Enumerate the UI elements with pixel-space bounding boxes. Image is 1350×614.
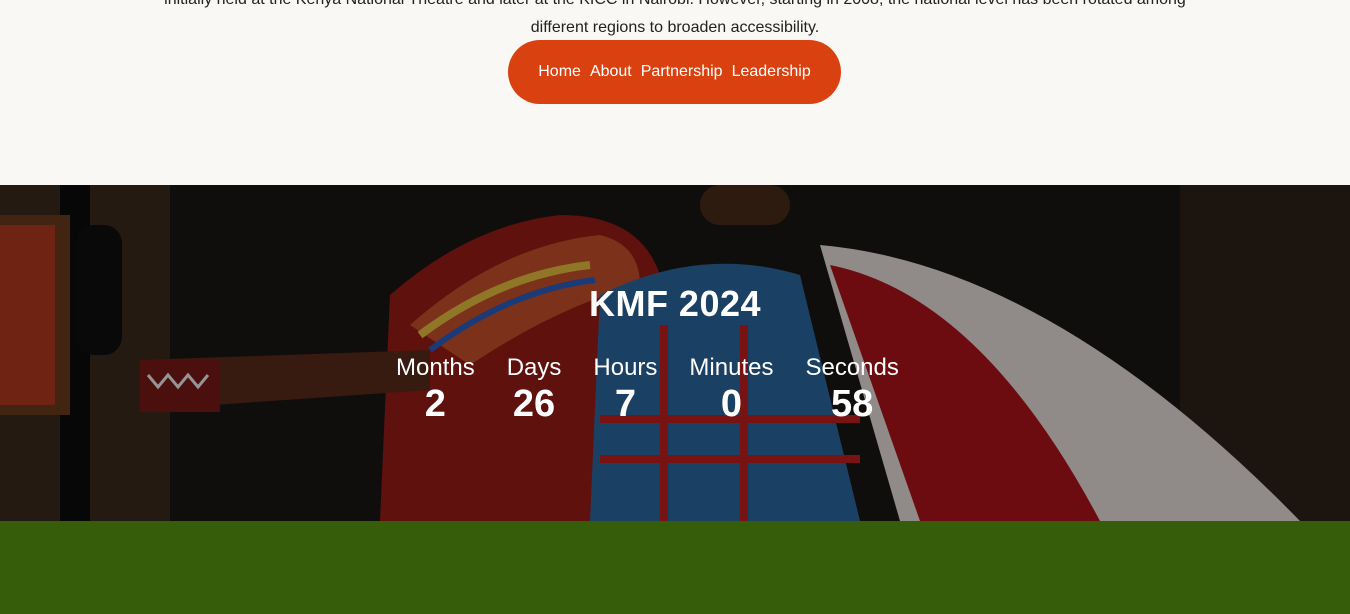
countdown-label: Months bbox=[396, 354, 475, 381]
countdown-value: 2 bbox=[424, 383, 446, 425]
countdown-value: 0 bbox=[720, 383, 743, 425]
countdown-label: Seconds bbox=[805, 354, 899, 381]
nav-link-leadership[interactable]: Leadership bbox=[732, 63, 811, 81]
intro-line-2: different regions to broaden accessibili… bbox=[530, 19, 820, 36]
intro-section: initially held at the Kenya National The… bbox=[0, 0, 1350, 185]
countdown-unit-months: Months 2 bbox=[396, 353, 475, 425]
countdown-title: KMF 2024 bbox=[588, 283, 762, 324]
intro-paragraph: initially held at the Kenya National The… bbox=[0, 0, 1350, 42]
countdown-label: Minutes bbox=[689, 354, 774, 381]
nav-link-home[interactable]: Home bbox=[538, 63, 581, 81]
countdown-unit-seconds: Seconds 58 bbox=[805, 353, 898, 425]
nav-pill: Home About Partnership Leadership bbox=[508, 40, 841, 104]
countdown-value: 58 bbox=[831, 383, 874, 425]
nav-link-partnership[interactable]: Partnership bbox=[641, 63, 723, 81]
countdown-timer: Months 2 Days 26 Hours 7 Minutes 0 Secon… bbox=[396, 353, 899, 425]
intro-line-1: initially held at the Kenya National The… bbox=[164, 0, 1186, 8]
countdown-hero: KMF 2024 Months 2 Days 26 Hours 7 Minute… bbox=[0, 185, 1350, 521]
countdown-value: 26 bbox=[512, 383, 556, 425]
countdown-value: 7 bbox=[614, 383, 636, 425]
nav-link-about[interactable]: About bbox=[590, 63, 632, 81]
green-section bbox=[0, 521, 1350, 614]
countdown-unit-days: Days 26 bbox=[507, 353, 562, 425]
countdown-unit-minutes: Minutes 0 bbox=[689, 353, 773, 425]
countdown-label: Days bbox=[506, 354, 562, 381]
countdown-unit-hours: Hours 7 bbox=[593, 353, 657, 425]
countdown-label: Hours bbox=[593, 354, 658, 381]
